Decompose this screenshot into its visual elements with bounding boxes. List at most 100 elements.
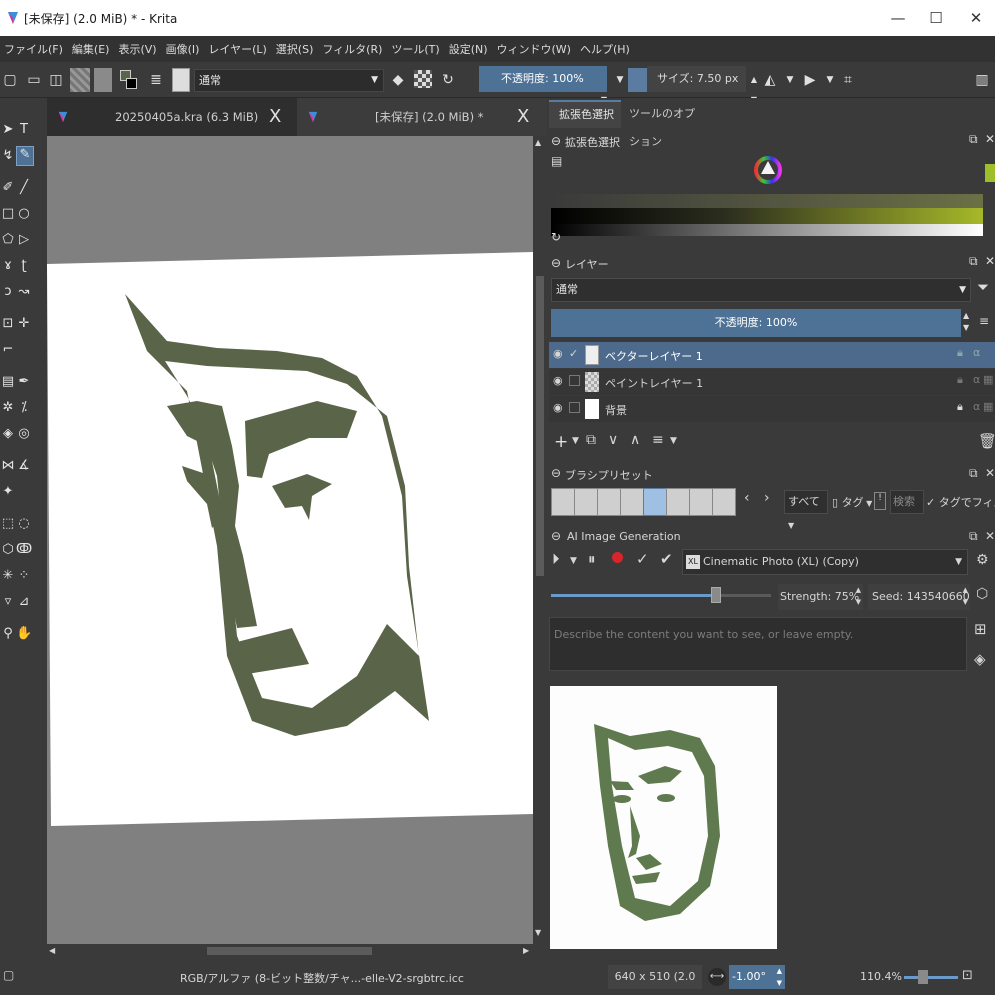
- opacity-spin-arrows-icon[interactable]: ▲▼: [963, 310, 969, 334]
- alpha-lock-icon[interactable]: α: [973, 373, 980, 386]
- new-document-icon[interactable]: ▢: [0, 70, 20, 90]
- polygon-select-tool-icon[interactable]: ⬡: [0, 542, 16, 558]
- lock-icon[interactable]: 🔒︎: [957, 373, 963, 387]
- measure-tool-icon[interactable]: ∡: [16, 458, 32, 474]
- zoom-tool-icon[interactable]: ⚲: [0, 626, 16, 642]
- similar-color-select-tool-icon[interactable]: ⁘: [16, 568, 32, 584]
- assistant-tool-icon[interactable]: ⋈: [0, 458, 16, 474]
- rectangle-select-tool-icon[interactable]: ⬚: [0, 516, 16, 532]
- gradient-tool-icon[interactable]: ▤: [0, 374, 16, 390]
- brush-preset-item[interactable]: [620, 488, 644, 516]
- magnetic-select-tool-icon[interactable]: ⊿: [16, 594, 32, 610]
- chevron-left-icon[interactable]: ‹: [744, 490, 750, 506]
- calligraphy-tool-icon[interactable]: ✎: [16, 146, 34, 166]
- brush-preset-item[interactable]: [689, 488, 713, 516]
- lock-icon[interactable]: ⊖: [551, 529, 561, 543]
- ellipse-select-tool-icon[interactable]: ◌: [16, 516, 32, 532]
- color-gradient-bar-2[interactable]: [551, 208, 983, 224]
- close-dock-icon[interactable]: ✕: [985, 254, 995, 268]
- chevron-down-icon[interactable]: ▼: [780, 70, 800, 90]
- move-layer-up-icon[interactable]: ∧: [630, 432, 640, 448]
- tab-document-2[interactable]: [未保存] (2.0 MiB) * X: [297, 98, 547, 136]
- bezier-select-tool-icon[interactable]: ▿: [0, 594, 16, 610]
- tag-button[interactable]: ▯ タグ ▼: [832, 494, 872, 510]
- chevron-right-icon[interactable]: ›: [764, 490, 770, 506]
- line-tool-icon[interactable]: ╱: [16, 180, 32, 196]
- menu-tools[interactable]: ツール(T): [391, 41, 439, 57]
- rotation-icon[interactable]: ⟷: [708, 968, 726, 986]
- filter-icon[interactable]: ⏷: [977, 278, 989, 296]
- crop-tool-icon[interactable]: ⌐: [0, 342, 16, 358]
- preset-filter-select[interactable]: すべて ▼: [784, 490, 828, 530]
- float-dock-icon[interactable]: ⧉: [969, 132, 978, 147]
- visibility-eye-icon[interactable]: ◉: [553, 401, 563, 414]
- mirror-horizontal-icon[interactable]: ◭: [760, 70, 780, 90]
- brush-preset-item[interactable]: [712, 488, 736, 516]
- lock-icon[interactable]: ⊖: [551, 466, 561, 480]
- info-icon[interactable]: !: [874, 492, 886, 510]
- scroll-up-icon[interactable]: ▲: [535, 138, 541, 147]
- ellipse-tool-icon[interactable]: ○: [16, 206, 32, 222]
- strength-spinbox[interactable]: Strength: 75% ▲ ▼: [778, 584, 863, 610]
- brush-preset-item[interactable]: [551, 488, 575, 516]
- duplicate-layer-icon[interactable]: ⧉: [586, 432, 596, 448]
- edit-shape-tool-icon[interactable]: ↯: [0, 148, 16, 164]
- menu-window[interactable]: ウィンドウ(W): [497, 41, 571, 57]
- visibility-eye-icon[interactable]: ◉: [553, 347, 563, 360]
- opacity-spinbox[interactable]: 不透明度: 100%: [479, 66, 607, 92]
- layer-menu-icon[interactable]: ≡: [979, 314, 989, 328]
- size-spinbox[interactable]: サイズ: 7.50 px: [647, 66, 746, 92]
- blend-mode-select[interactable]: 通常 ▼: [194, 69, 384, 92]
- tab-document-1[interactable]: 20250405a.kra (6.3 MiB) X: [47, 98, 295, 136]
- seed-spinbox[interactable]: Seed: 143540660 ▲ ▼: [868, 584, 970, 610]
- chevron-down-icon[interactable]: ▼: [670, 436, 677, 446]
- inherit-alpha-icon[interactable]: ▦: [983, 373, 993, 386]
- menu-edit[interactable]: 編集(E): [72, 41, 110, 57]
- dynamic-brush-tool-icon[interactable]: ↄ: [0, 284, 16, 300]
- fg-bg-color-icon[interactable]: [120, 70, 138, 90]
- layer-blend-select[interactable]: 通常 ▼: [551, 278, 971, 302]
- apply-all-icon[interactable]: ✔: [660, 550, 673, 568]
- menu-view[interactable]: 表示(V): [118, 41, 156, 57]
- maximize-button[interactable]: ☐: [926, 8, 946, 28]
- layer-row[interactable]: ◉ 背景 🔒︎ α ▦: [549, 396, 995, 422]
- lock-icon[interactable]: 🔒︎: [957, 400, 963, 414]
- layer-checkbox[interactable]: [569, 402, 580, 413]
- bezier-curve-tool-icon[interactable]: ɤ: [0, 258, 16, 274]
- eraser-mode-icon[interactable]: ◆: [388, 70, 408, 90]
- mirror-vertical-icon[interactable]: ▶: [800, 70, 820, 90]
- menu-image[interactable]: 画像(I): [166, 41, 200, 57]
- random-seed-icon[interactable]: ⬡: [976, 586, 988, 602]
- pan-tool-icon[interactable]: ✋: [16, 626, 32, 642]
- lock-icon[interactable]: 🔒︎: [957, 346, 963, 360]
- menu-layer[interactable]: レイヤー(L): [208, 41, 266, 57]
- canvas-drawing[interactable]: [47, 136, 533, 944]
- strength-slider-handle[interactable]: [711, 587, 721, 603]
- brush-preset-item-selected[interactable]: [643, 488, 667, 516]
- color-settings-icon[interactable]: ▤: [551, 154, 562, 168]
- horizontal-scroll-thumb[interactable]: [207, 947, 372, 955]
- lock-icon[interactable]: ⊖: [551, 256, 561, 270]
- model-select[interactable]: XL Cinematic Photo (XL) (Copy) ▼: [682, 549, 968, 575]
- prompt-textarea[interactable]: Describe the content you want to see, or…: [549, 617, 967, 671]
- rectangle-tool-icon[interactable]: □: [0, 206, 16, 222]
- layer-row[interactable]: ◉ ペイントレイヤー 1 🔒︎ α ▦: [549, 369, 995, 395]
- layer-opacity-slider[interactable]: 不透明度: 100%: [551, 309, 961, 337]
- brush-preset-icon[interactable]: [172, 68, 190, 92]
- layer-checkbox[interactable]: ✓: [569, 347, 578, 360]
- menu-select[interactable]: 選択(S): [276, 41, 314, 57]
- delete-layer-icon[interactable]: 🗑︎: [978, 432, 995, 450]
- freehand-select-tool-icon[interactable]: ↂ: [16, 542, 32, 558]
- alpha-lock-icon[interactable]: α: [973, 346, 980, 359]
- chevron-down-icon[interactable]: ▼: [820, 70, 840, 90]
- close-tab-button[interactable]: X: [517, 98, 529, 136]
- freehand-brush-tool-icon[interactable]: ✐: [0, 180, 16, 196]
- rotation-spinbox[interactable]: -1.00° ▲ ▼: [729, 965, 785, 989]
- settings-gear-icon[interactable]: ⚙: [976, 552, 989, 568]
- tab-tool-options[interactable]: ツールのオプション: [623, 100, 703, 148]
- scroll-right-icon[interactable]: ▶: [523, 946, 529, 955]
- tag-filter-checkbox[interactable]: ✓ タグでフィルタ: [926, 494, 995, 510]
- menu-filter[interactable]: フィルタ(R): [322, 41, 382, 57]
- polyline-tool-icon[interactable]: ▷: [16, 232, 32, 248]
- float-dock-icon[interactable]: ⧉: [969, 254, 978, 269]
